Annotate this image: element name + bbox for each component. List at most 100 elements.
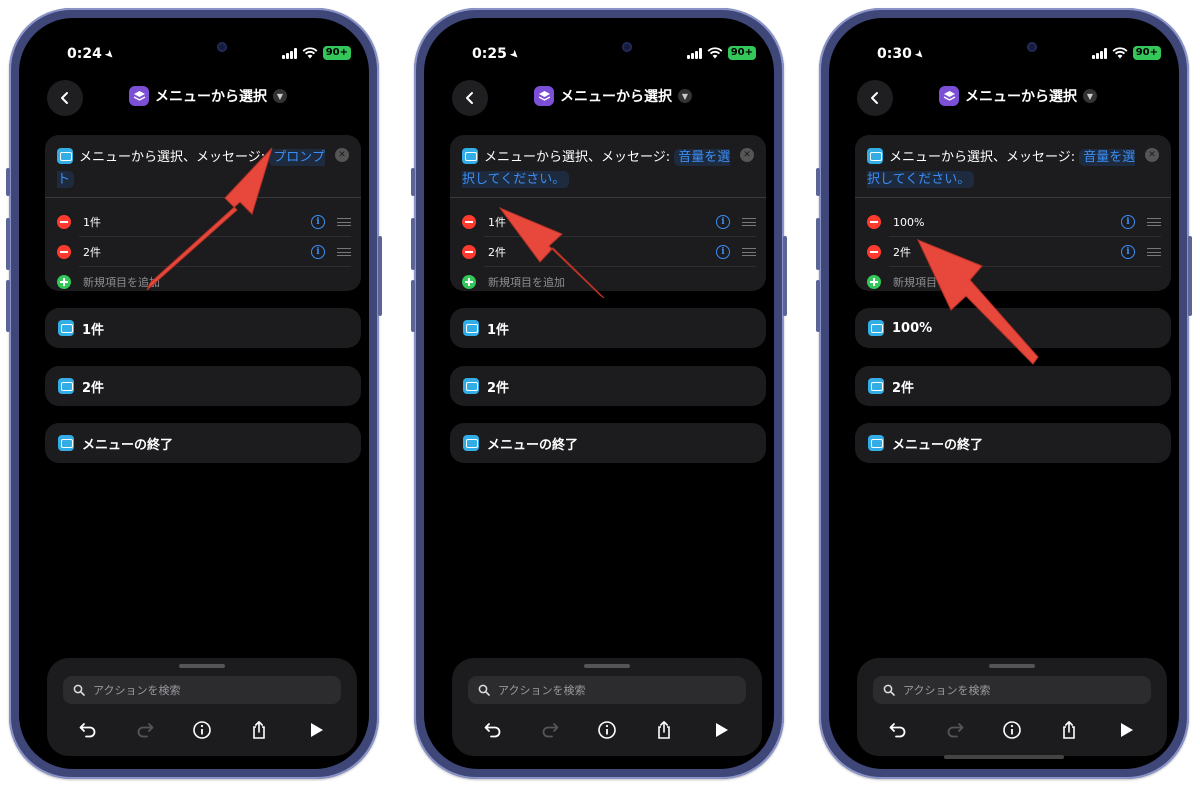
- reorder-handle-icon[interactable]: [742, 218, 756, 226]
- reorder-handle-icon[interactable]: [742, 248, 756, 256]
- close-icon[interactable]: ✕: [740, 148, 754, 162]
- search-input[interactable]: アクションを検索: [468, 676, 746, 704]
- search-icon: [883, 684, 895, 696]
- share-icon: [253, 721, 265, 739]
- share-button[interactable]: [1057, 718, 1081, 742]
- reorder-handle-icon[interactable]: [1147, 248, 1161, 256]
- info-icon[interactable]: i: [716, 245, 730, 259]
- nav-title-button[interactable]: メニューから選択 ▼: [534, 86, 692, 106]
- info-icon[interactable]: i: [311, 215, 325, 229]
- menu-item[interactable]: 2件 i: [867, 237, 1161, 267]
- reorder-handle-icon[interactable]: [337, 248, 351, 256]
- menu-item[interactable]: 1件 i: [57, 207, 351, 237]
- block-label: 2件: [892, 380, 915, 396]
- end-menu-block[interactable]: メニューの終了: [855, 423, 1171, 463]
- add-new-item-button[interactable]: 新規項目を追加: [867, 267, 1161, 297]
- search-input[interactable]: アクションを検索: [63, 676, 341, 704]
- info-button[interactable]: [190, 718, 214, 742]
- share-button[interactable]: [652, 718, 676, 742]
- action-search-panel: アクションを検索: [452, 658, 762, 756]
- menu-item[interactable]: 100% i: [867, 207, 1161, 237]
- share-button[interactable]: [247, 718, 271, 742]
- close-icon[interactable]: ✕: [1145, 148, 1159, 162]
- reorder-handle-icon[interactable]: [337, 218, 351, 226]
- menu-case-block[interactable]: 2件: [450, 366, 766, 406]
- menu-item-label[interactable]: 2件: [488, 244, 716, 260]
- info-circle-icon: [598, 721, 616, 739]
- redo-button[interactable]: [943, 718, 967, 742]
- delete-item-icon[interactable]: [867, 245, 881, 259]
- nav-title-button[interactable]: メニューから選択 ▼: [129, 86, 287, 106]
- nav-title-button[interactable]: メニューから選択 ▼: [939, 86, 1097, 106]
- block-label: メニューの終了: [487, 437, 579, 453]
- info-button[interactable]: [595, 718, 619, 742]
- back-button[interactable]: [452, 80, 488, 116]
- redo-button[interactable]: [133, 718, 157, 742]
- redo-button[interactable]: [538, 718, 562, 742]
- undo-button[interactable]: [481, 718, 505, 742]
- editor-toolbar: [857, 716, 1167, 744]
- menu-case-block[interactable]: 2件: [45, 366, 361, 406]
- info-icon[interactable]: i: [311, 245, 325, 259]
- back-button[interactable]: [857, 80, 893, 116]
- choose-from-menu-card[interactable]: メニューから選択、メッセージ: プロンプト ✕ 1件 i 2件 i 新規項目を追加: [45, 135, 361, 291]
- menu-item[interactable]: 2件 i: [462, 237, 756, 267]
- back-button[interactable]: [47, 80, 83, 116]
- menu-action-icon: [868, 378, 884, 394]
- wifi-icon: [302, 47, 318, 59]
- delete-item-icon[interactable]: [57, 245, 71, 259]
- undo-button[interactable]: [76, 718, 100, 742]
- undo-button[interactable]: [886, 718, 910, 742]
- delete-item-icon[interactable]: [462, 215, 476, 229]
- add-new-item-button[interactable]: 新規項目を追加: [57, 267, 351, 297]
- menu-case-block[interactable]: 100%: [855, 308, 1171, 348]
- info-icon[interactable]: i: [716, 215, 730, 229]
- add-new-item-button[interactable]: 新規項目を追加: [462, 267, 756, 297]
- end-menu-block[interactable]: メニューの終了: [45, 423, 361, 463]
- undo-icon: [889, 723, 905, 738]
- menu-item[interactable]: 1件 i: [462, 207, 756, 237]
- delete-item-icon[interactable]: [57, 215, 71, 229]
- run-button[interactable]: [304, 718, 328, 742]
- sheet-grabber[interactable]: [584, 664, 630, 668]
- block-label: メニューの終了: [892, 437, 984, 453]
- chevron-down-icon: ▼: [273, 89, 287, 103]
- menu-item-label[interactable]: 100%: [893, 216, 1121, 229]
- delete-item-icon[interactable]: [867, 215, 881, 229]
- close-icon[interactable]: ✕: [335, 148, 349, 162]
- menu-item-label[interactable]: 2件: [893, 244, 1121, 260]
- add-item-icon[interactable]: [462, 275, 476, 289]
- run-button[interactable]: [1114, 718, 1138, 742]
- sheet-grabber[interactable]: [989, 664, 1035, 668]
- menu-case-block[interactable]: 2件: [855, 366, 1171, 406]
- info-icon[interactable]: i: [1121, 245, 1135, 259]
- menu-case-block[interactable]: 1件: [450, 308, 766, 348]
- add-new-item-label[interactable]: 新規項目を追加: [83, 274, 351, 290]
- play-icon: [311, 723, 324, 737]
- choose-from-menu-card[interactable]: メニューから選択、メッセージ: 音量を選択してください。 ✕ 100% i 2件 i…: [855, 135, 1171, 291]
- chevron-left-icon: [466, 92, 473, 104]
- divider: [855, 197, 1171, 198]
- add-new-item-label[interactable]: 新規項目を追加: [488, 274, 756, 290]
- info-icon[interactable]: i: [1121, 215, 1135, 229]
- info-button[interactable]: [1000, 718, 1024, 742]
- info-circle-icon: [193, 721, 211, 739]
- menu-item[interactable]: 2件 i: [57, 237, 351, 267]
- menu-action-icon: [58, 435, 74, 451]
- menu-case-block[interactable]: 1件: [45, 308, 361, 348]
- sheet-grabber[interactable]: [179, 664, 225, 668]
- add-item-icon[interactable]: [867, 275, 881, 289]
- menu-action-icon: [58, 320, 74, 336]
- reorder-handle-icon[interactable]: [1147, 218, 1161, 226]
- add-new-item-label[interactable]: 新規項目を追加: [893, 274, 1161, 290]
- delete-item-icon[interactable]: [462, 245, 476, 259]
- block-label: 2件: [82, 380, 105, 396]
- search-input[interactable]: アクションを検索: [873, 676, 1151, 704]
- menu-item-label[interactable]: 2件: [83, 244, 311, 260]
- menu-item-label[interactable]: 1件: [488, 214, 716, 230]
- end-menu-block[interactable]: メニューの終了: [450, 423, 766, 463]
- add-item-icon[interactable]: [57, 275, 71, 289]
- menu-item-label[interactable]: 1件: [83, 214, 311, 230]
- choose-from-menu-card[interactable]: メニューから選択、メッセージ: 音量を選択してください。 ✕ 1件 i 2件 i 新…: [450, 135, 766, 291]
- run-button[interactable]: [709, 718, 733, 742]
